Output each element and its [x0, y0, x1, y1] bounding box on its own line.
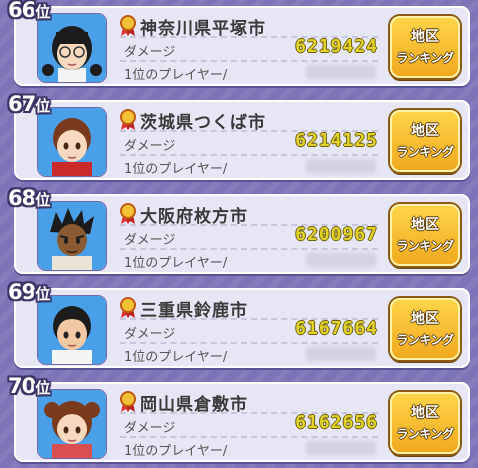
ranking-card: 大阪府枚方市 ダメージ 6200967 1位のプレイヤー/ 地区 ランキング: [14, 194, 470, 274]
divider: [120, 342, 378, 344]
girl-avatar-icon: [38, 390, 106, 458]
ranking-card: 三重県鈴鹿市 ダメージ 6167664 1位のプレイヤー/ 地区 ランキング: [14, 288, 470, 368]
player-avatar: [38, 296, 106, 364]
area-ranking-button[interactable]: 地区 ランキング: [390, 110, 460, 172]
top-player-label: 1位のプレイヤー/: [124, 256, 228, 271]
damage-label: ダメージ: [124, 327, 176, 342]
damage-value: 6219424: [295, 36, 378, 57]
button-label-line1: 地区: [411, 217, 439, 233]
rank-value: 68: [8, 186, 36, 210]
player-avatar: [38, 14, 106, 82]
damage-value: 6200967: [295, 224, 378, 245]
ranking-row-68: 大阪府枚方市 ダメージ 6200967 1位のプレイヤー/ 地区 ランキング 6…: [0, 186, 478, 276]
medal-icon: [120, 15, 136, 36]
top-player-label: 1位のプレイヤー/: [124, 350, 228, 365]
rank-value: 66: [8, 0, 36, 22]
medal-icon: [120, 109, 136, 130]
medal-icon: [120, 203, 136, 224]
ranking-card: 茨城県つくば市 ダメージ 6214125 1位のプレイヤー/ 地区 ランキング: [14, 100, 470, 180]
ranking-row-69: 三重県鈴鹿市 ダメージ 6167664 1位のプレイヤー/ 地区 ランキング 6…: [0, 280, 478, 370]
button-label-line1: 地区: [411, 405, 439, 421]
button-label-line1: 地区: [411, 123, 439, 139]
player-avatar: [38, 108, 106, 176]
rank-number: 70位: [8, 374, 50, 398]
button-label-line2: ランキング: [396, 427, 454, 441]
button-label-line2: ランキング: [396, 51, 454, 65]
ranking-row-66: 神奈川県平塚市 ダメージ 6219424 1位のプレイヤー/ 地区 ランキング …: [0, 0, 478, 88]
divider: [120, 154, 378, 156]
rank-number: 69位: [8, 280, 50, 304]
damage-value: 6214125: [295, 130, 378, 151]
damage-value: 6167664: [295, 318, 378, 339]
rank-unit: 位: [35, 191, 50, 209]
rank-value: 70: [8, 374, 36, 398]
ranking-row-67: 茨城県つくば市 ダメージ 6214125 1位のプレイヤー/ 地区 ランキング …: [0, 92, 478, 182]
damage-label: ダメージ: [124, 139, 176, 154]
blurred-player-name: [306, 253, 376, 267]
boy-avatar-icon: [38, 108, 106, 176]
player-avatar: [38, 202, 106, 270]
medal-icon: [120, 297, 136, 318]
blurred-player-name: [306, 347, 376, 361]
rank-number: 66位: [8, 0, 50, 22]
divider: [120, 248, 378, 250]
rank-value: 67: [8, 92, 36, 116]
blurred-player-name: [306, 441, 376, 455]
ranking-row-70: 岡山県倉敷市 ダメージ 6162656 1位のプレイヤー/ 地区 ランキング 7…: [0, 374, 478, 464]
area-ranking-button[interactable]: 地区 ランキング: [390, 204, 460, 266]
rank-unit: 位: [35, 97, 50, 115]
divider: [120, 60, 378, 62]
button-label-line2: ランキング: [396, 239, 454, 253]
ranking-card: 岡山県倉敷市 ダメージ 6162656 1位のプレイヤー/ 地区 ランキング: [14, 382, 470, 462]
divider: [120, 436, 378, 438]
damage-value: 6162656: [295, 412, 378, 433]
girl-avatar-icon: [38, 14, 106, 82]
rank-number: 68位: [8, 186, 50, 210]
area-ranking-button[interactable]: 地区 ランキング: [390, 392, 460, 454]
damage-label: ダメージ: [124, 421, 176, 436]
rank-number: 67位: [8, 92, 50, 116]
rank-value: 69: [8, 280, 36, 304]
button-label-line1: 地区: [411, 311, 439, 327]
rank-unit: 位: [35, 379, 50, 397]
top-player-label: 1位のプレイヤー/: [124, 444, 228, 459]
ranking-card: 神奈川県平塚市 ダメージ 6219424 1位のプレイヤー/ 地区 ランキング: [14, 6, 470, 86]
button-label-line1: 地区: [411, 29, 439, 45]
top-player-label: 1位のプレイヤー/: [124, 68, 228, 83]
area-ranking-button[interactable]: 地区 ランキング: [390, 298, 460, 360]
medal-icon: [120, 391, 136, 412]
boy-avatar-icon: [38, 202, 106, 270]
rank-unit: 位: [35, 3, 50, 21]
boy-avatar-icon: [38, 296, 106, 364]
top-player-label: 1位のプレイヤー/: [124, 162, 228, 177]
damage-label: ダメージ: [124, 45, 176, 60]
player-avatar: [38, 390, 106, 458]
blurred-player-name: [306, 65, 376, 79]
rank-unit: 位: [35, 285, 50, 303]
button-label-line2: ランキング: [396, 145, 454, 159]
blurred-player-name: [306, 159, 376, 173]
area-ranking-button[interactable]: 地区 ランキング: [390, 16, 460, 78]
damage-label: ダメージ: [124, 233, 176, 248]
button-label-line2: ランキング: [396, 333, 454, 347]
